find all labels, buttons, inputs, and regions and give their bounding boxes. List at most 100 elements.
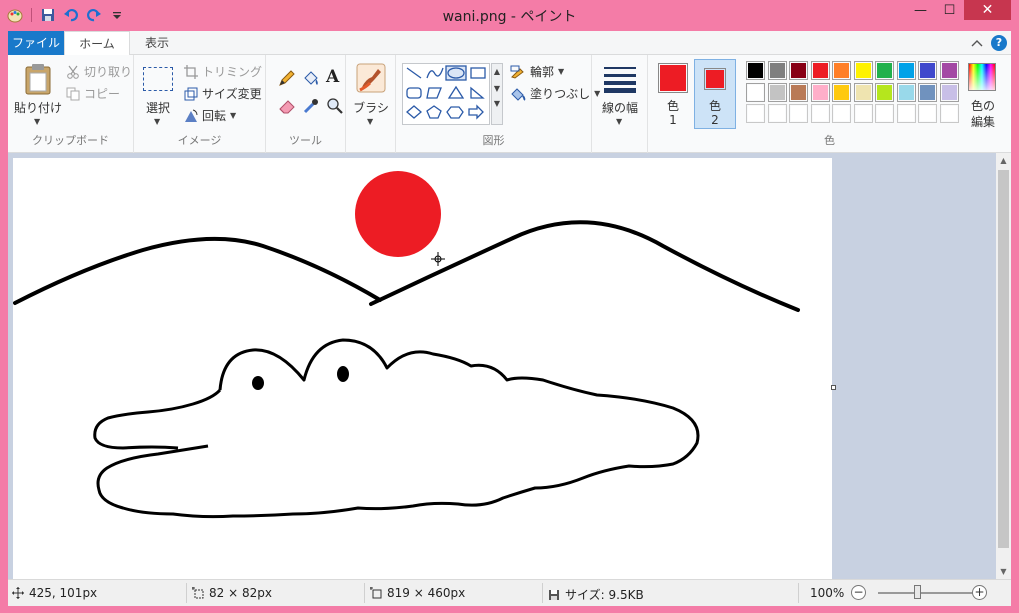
size-dropdown-icon: ▼	[616, 117, 623, 126]
crocodile-left-eye	[252, 376, 264, 390]
color-picker-icon[interactable]	[302, 97, 320, 118]
eraser-icon[interactable]	[278, 97, 296, 118]
brushes-dropdown-icon: ▼	[367, 117, 374, 126]
fill-icon[interactable]	[302, 69, 320, 90]
brush-icon	[356, 63, 386, 93]
palette-swatch[interactable]	[767, 61, 787, 80]
magnifier-icon[interactable]	[326, 97, 344, 118]
palette-swatch[interactable]	[875, 82, 894, 102]
palette-swatch[interactable]	[939, 61, 959, 80]
outline-button[interactable]: 輪郭 ▼	[510, 63, 564, 80]
shape-fill-label: 塗りつぶし	[530, 87, 591, 101]
minimize-ribbon-icon[interactable]	[971, 36, 983, 50]
color2-label-bottom: 2	[711, 113, 719, 127]
palette-swatch[interactable]	[896, 104, 916, 123]
colors-group-label: 色	[824, 134, 835, 147]
zoom-in-button[interactable]: +	[972, 585, 987, 600]
close-button[interactable]: ✕	[964, 0, 1011, 20]
palette-swatch[interactable]	[918, 82, 937, 102]
palette-swatch[interactable]	[853, 104, 873, 123]
palette-swatch[interactable]	[810, 82, 830, 102]
color1-label-bottom: 1	[669, 113, 677, 127]
size-label: 線の幅	[601, 101, 638, 115]
copy-icon	[66, 87, 80, 100]
tab-home[interactable]: ホーム	[64, 31, 130, 56]
palette-swatch[interactable]	[853, 61, 873, 80]
palette-swatch[interactable]	[832, 61, 851, 80]
shapes-scrollbar[interactable]: ▲ ▼ ▼	[491, 63, 503, 125]
canvas-resize-handle[interactable]	[831, 385, 836, 390]
tab-file[interactable]: ファイル	[8, 31, 64, 55]
text-icon[interactable]: A	[326, 67, 339, 87]
crocodile-upper-outline	[96, 338, 700, 519]
zoom-slider-thumb[interactable]	[914, 585, 921, 599]
palette-swatch[interactable]	[832, 104, 851, 123]
cursor-position-icon	[12, 587, 24, 599]
palette-swatch[interactable]	[939, 104, 959, 123]
palette-swatch[interactable]	[918, 104, 937, 123]
select-button[interactable]: 選択 ▼	[140, 61, 176, 127]
palette-swatch[interactable]	[896, 61, 916, 80]
crocodile-snout-outline	[93, 388, 222, 450]
palette-swatch[interactable]	[746, 61, 765, 80]
pencil-icon[interactable]	[278, 69, 296, 90]
palette-swatch[interactable]	[746, 82, 765, 102]
cut-button[interactable]: 切り取り	[66, 63, 132, 80]
paint-window: wani.png - ペイント — ☐ ✕ ファイル ホーム 表示 ? 貼り付け…	[0, 0, 1019, 613]
palette-swatch[interactable]	[789, 104, 808, 123]
palette-swatch[interactable]	[746, 104, 765, 123]
scroll-down-icon[interactable]: ▼	[996, 564, 1011, 579]
zoom-out-button[interactable]: −	[851, 585, 866, 600]
palette-swatch[interactable]	[789, 82, 808, 102]
scroll-thumb[interactable]	[998, 170, 1009, 548]
palette-swatch[interactable]	[918, 61, 937, 80]
color1-button[interactable]: 色 1	[654, 59, 692, 129]
color2-button[interactable]: 色 2	[694, 59, 736, 129]
selection-size-text: 82 × 82px	[209, 586, 272, 600]
vertical-scrollbar[interactable]: ▲ ▼	[996, 153, 1011, 579]
shape-fill-button[interactable]: 塗りつぶし ▼	[510, 85, 600, 102]
image-group: 選択 ▼ トリミング サイズ変更 回転 ▼ イメージ	[134, 55, 266, 153]
copy-button[interactable]: コピー	[66, 85, 120, 102]
resize-button[interactable]: サイズ変更	[184, 85, 262, 102]
brushes-button[interactable]: ブラシ ▼	[350, 61, 392, 127]
palette-swatch[interactable]	[810, 61, 830, 80]
tab-view[interactable]: 表示	[132, 31, 182, 55]
palette-swatch[interactable]	[810, 104, 830, 123]
cursor-position-text: 425, 101px	[29, 586, 98, 600]
line-width-icon	[604, 67, 636, 93]
outline-dropdown-icon: ▼	[558, 67, 565, 76]
size-group: 線の幅 ▼	[592, 55, 648, 153]
size-button[interactable]: 線の幅 ▼	[598, 61, 642, 131]
palette-swatch[interactable]	[896, 82, 916, 102]
palette-swatch[interactable]	[875, 61, 894, 80]
paste-button[interactable]: 貼り付け ▼	[14, 59, 62, 129]
rotate-button[interactable]: 回転 ▼	[184, 107, 236, 124]
palette-swatch[interactable]	[767, 82, 787, 102]
palette-swatch[interactable]	[767, 104, 787, 123]
palette-swatch[interactable]	[939, 82, 959, 102]
paste-icon	[25, 64, 51, 95]
color2-label-top: 色	[708, 99, 721, 113]
scroll-up-icon[interactable]: ▲	[996, 153, 1011, 168]
crop-button[interactable]: トリミング	[184, 63, 262, 80]
zoom-slider-track[interactable]	[878, 592, 974, 594]
tools-group-label: ツール	[289, 134, 322, 147]
help-icon[interactable]: ?	[991, 35, 1007, 51]
palette-swatch[interactable]	[853, 82, 873, 102]
palette-swatch[interactable]	[832, 82, 851, 102]
select-label: 選択	[145, 101, 170, 115]
maximize-button[interactable]: ☐	[935, 0, 964, 20]
file-size-text: サイズ: 9.5KB	[565, 588, 644, 602]
status-separator	[364, 583, 365, 603]
clipboard-group: 貼り付け ▼ 切り取り コピー クリップボード	[8, 55, 134, 153]
palette-swatch[interactable]	[789, 61, 808, 80]
colors-group: 色 1 色 2 色の 編集 色	[648, 55, 1011, 153]
edit-colors-button[interactable]: 色の 編集	[962, 59, 1004, 133]
drawing-canvas[interactable]	[13, 158, 832, 579]
drawing	[13, 171, 800, 519]
left-mountain	[13, 236, 382, 305]
minimize-button[interactable]: —	[906, 0, 935, 20]
palette-swatch[interactable]	[875, 104, 894, 123]
status-bar: 425, 101px 82 × 82px 819 × 460px サイズ: 9.…	[8, 579, 1011, 606]
